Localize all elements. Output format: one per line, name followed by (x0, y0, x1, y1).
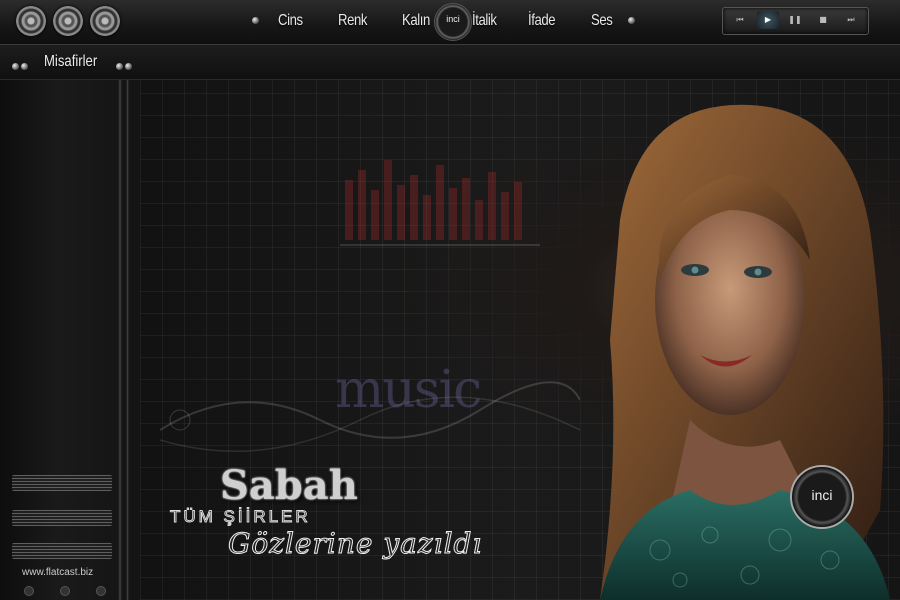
bar-dot-icon (125, 63, 132, 70)
inci-logo-text: inci (811, 487, 833, 503)
grille-decoration (12, 475, 112, 491)
menu-item-cins[interactable]: Cins (278, 8, 303, 34)
music-watermark: music (335, 360, 482, 420)
guests-button[interactable]: Misafirler (44, 50, 97, 74)
bar-dot-icon (116, 63, 123, 70)
menu-item-ifade[interactable]: İfade (528, 8, 556, 34)
play-icon[interactable]: ▶ (757, 11, 779, 29)
inci-logo: inci (790, 465, 854, 529)
pause-icon[interactable]: ❚❚ (784, 11, 806, 29)
guest-list-panel[interactable] (0, 80, 140, 600)
site-link[interactable]: www.flatcast.biz (22, 567, 93, 578)
menu-item-kalin[interactable]: Kalın (402, 8, 430, 34)
prev-icon[interactable]: ⏮ (729, 11, 751, 29)
knob-icon (96, 586, 106, 596)
stop-icon[interactable]: ■ (812, 11, 834, 29)
inci-logo: inci (434, 3, 472, 41)
panel-rail (118, 80, 122, 600)
equalizer-graphic (340, 160, 540, 246)
menu-dot-icon (252, 17, 259, 24)
grille-decoration (12, 543, 112, 559)
menu-item-italik[interactable]: İtalik (472, 8, 497, 34)
speaker-icon (90, 6, 120, 36)
knob-icon (60, 586, 70, 596)
panel-rail (126, 80, 129, 600)
woman-portrait (600, 104, 890, 600)
all-poems-label: TÜM ŞİİRLER (170, 507, 311, 527)
grille-decoration (12, 510, 112, 526)
bar-dot-icon (21, 63, 28, 70)
knob-icon (24, 586, 34, 596)
menu-dot-icon (628, 17, 635, 24)
script-caption: Gözlerine yazıldı (227, 527, 483, 561)
media-player-controls: ⏮ ▶ ❚❚ ■ ⏭ (722, 7, 869, 35)
bar-dot-icon (12, 63, 19, 70)
inci-logo-text: inci (446, 14, 460, 24)
speaker-icon (16, 6, 46, 36)
speaker-icon (53, 6, 83, 36)
next-icon[interactable]: ⏭ (840, 11, 862, 29)
song-title: Sabah (220, 462, 358, 509)
menu-item-ses[interactable]: Ses (591, 8, 613, 34)
menu-item-renk[interactable]: Renk (338, 8, 367, 34)
guests-bar: Misafirler (0, 45, 900, 80)
top-toolbar: Cins Renk Kalın inci İtalik İfade Ses ⏮ … (0, 0, 900, 45)
